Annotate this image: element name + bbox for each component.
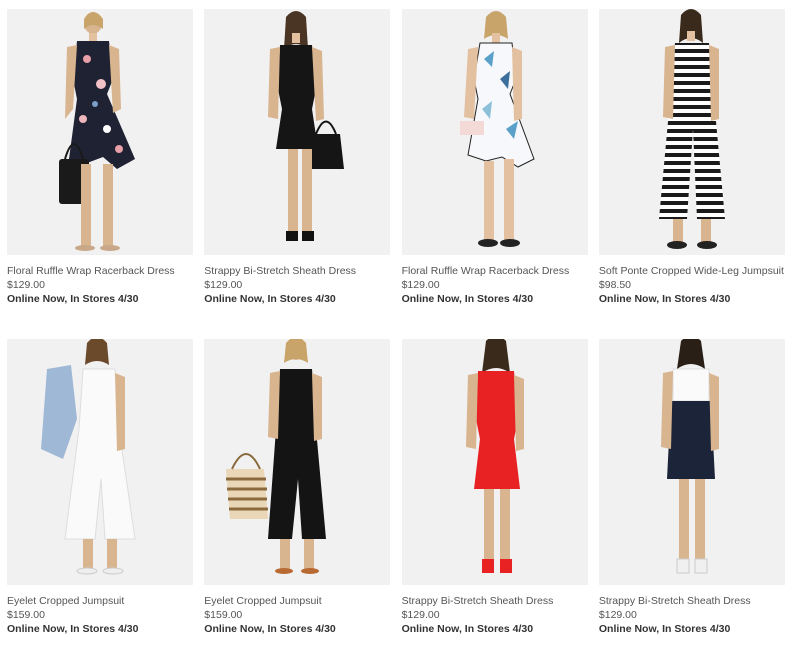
product-image[interactable]	[598, 9, 785, 255]
product-price: $129.00	[401, 609, 440, 621]
product-card[interactable]: Strappy Bi-Stretch Sheath Dress $129.00 …	[204, 9, 391, 339]
product-name[interactable]: Eyelet Cropped Jumpsuit	[7, 594, 193, 608]
product-availability: Online Now, In Stores 4/30	[7, 293, 139, 305]
product-grid: Floral Ruffle Wrap Racerback Dress $129.…	[7, 9, 785, 649]
product-availability: Online Now, In Stores 4/30	[204, 293, 336, 305]
product-price: $159.00	[7, 609, 45, 621]
product-availability: Online Now, In Stores 4/30	[598, 623, 731, 635]
product-name[interactable]: Floral Ruffle Wrap Racerback Dress	[7, 264, 193, 278]
product-price: $98.50	[598, 279, 632, 291]
product-image[interactable]	[7, 339, 193, 585]
product-image[interactable]	[204, 339, 391, 585]
product-price: $129.00	[204, 279, 243, 291]
product-name[interactable]: Eyelet Cropped Jumpsuit	[204, 594, 390, 608]
product-image[interactable]	[7, 9, 193, 255]
product-name[interactable]: Strappy Bi-Stretch Sheath Dress	[402, 594, 588, 608]
product-card[interactable]: Eyelet Cropped Jumpsuit $159.00 Online N…	[7, 339, 193, 649]
product-card[interactable]: Strappy Bi-Stretch Sheath Dress $129.00 …	[401, 339, 588, 649]
product-availability: Online Now, In Stores 4/30	[598, 293, 731, 305]
product-price: $129.00	[7, 279, 45, 291]
product-card[interactable]: Floral Ruffle Wrap Racerback Dress $129.…	[7, 9, 193, 339]
product-price: $159.00	[204, 609, 243, 621]
product-card[interactable]: Eyelet Cropped Jumpsuit $159.00 Online N…	[204, 339, 391, 649]
product-availability: Online Now, In Stores 4/30	[401, 293, 534, 305]
product-availability: Online Now, In Stores 4/30	[204, 623, 336, 635]
product-name[interactable]: Soft Ponte Cropped Wide-Leg Jumpsuit	[599, 264, 785, 278]
product-image[interactable]	[204, 9, 391, 255]
product-availability: Online Now, In Stores 4/30	[7, 623, 139, 635]
product-name[interactable]: Floral Ruffle Wrap Racerback Dress	[402, 264, 588, 278]
product-card[interactable]: Soft Ponte Cropped Wide-Leg Jumpsuit $98…	[598, 9, 785, 339]
product-image[interactable]	[598, 339, 785, 585]
product-availability: Online Now, In Stores 4/30	[401, 623, 534, 635]
product-price: $129.00	[401, 279, 440, 291]
product-image[interactable]	[401, 9, 588, 255]
product-price: $129.00	[598, 609, 637, 621]
product-card[interactable]: Floral Ruffle Wrap Racerback Dress $129.…	[401, 9, 588, 339]
product-name[interactable]: Strappy Bi-Stretch Sheath Dress	[599, 594, 785, 608]
product-name[interactable]: Strappy Bi-Stretch Sheath Dress	[204, 264, 390, 278]
product-card[interactable]: Strappy Bi-Stretch Sheath Dress $129.00 …	[598, 339, 785, 649]
product-image[interactable]	[401, 339, 588, 585]
